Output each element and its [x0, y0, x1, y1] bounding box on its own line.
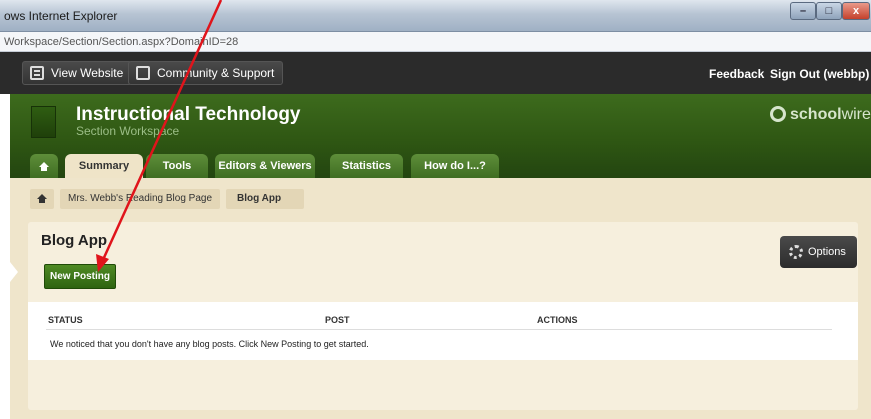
home-icon — [39, 162, 49, 171]
view-website-button[interactable]: View Website — [22, 61, 133, 85]
schoolwires-logo: schoolwires — [770, 106, 871, 124]
tab-how-do-i[interactable]: How do I...? — [411, 154, 499, 178]
header-divider — [46, 329, 832, 330]
breadcrumb-blog-page[interactable]: Mrs. Webb's Reading Blog Page — [60, 189, 220, 209]
empty-message: We noticed that you don't have any blog … — [50, 339, 369, 349]
panel-title: Blog App — [41, 232, 108, 249]
close-button[interactable]: x — [842, 2, 870, 20]
options-button[interactable]: Options — [780, 236, 857, 268]
tab-editors-viewers[interactable]: Editors & Viewers — [215, 154, 315, 178]
page-title: Instructional Technology — [76, 104, 301, 125]
window-titlebar: ows Internet Explorer – □ x — [0, 0, 871, 32]
community-support-button[interactable]: Community & Support — [128, 61, 284, 85]
tab-home[interactable] — [30, 154, 58, 178]
schoolwires-ring-icon — [770, 106, 786, 122]
section-logo-icon — [31, 106, 56, 138]
feedback-link[interactable]: Feedback — [709, 67, 764, 81]
sign-out-link[interactable]: Sign Out (webbp) — [770, 67, 869, 81]
site-header: Instructional Technology Section Workspa… — [10, 94, 871, 178]
window-title: ows Internet Explorer — [4, 9, 118, 23]
home-icon — [37, 194, 47, 203]
options-label: Options — [808, 246, 846, 258]
website-icon — [30, 66, 44, 80]
new-posting-button[interactable]: New Posting — [44, 264, 116, 289]
column-header-status: STATUS — [48, 315, 83, 325]
tab-summary[interactable]: Summary — [65, 154, 143, 178]
gear-icon — [789, 245, 803, 259]
tab-tools[interactable]: Tools — [146, 154, 208, 178]
column-header-actions: ACTIONS — [537, 315, 578, 325]
blog-app-panel: Blog App New Posting Options STATUS POST… — [28, 222, 858, 410]
left-strip — [0, 94, 10, 419]
top-nav: View Website Community & Support Feedbac… — [0, 52, 871, 94]
brand-light-text: wires — [841, 106, 871, 123]
view-website-label: View Website — [51, 66, 124, 80]
community-support-label: Community & Support — [157, 66, 275, 80]
breadcrumb-blog-app[interactable]: Blog App — [226, 189, 304, 209]
brand-bold-text: school — [790, 106, 842, 123]
maximize-button[interactable]: □ — [816, 2, 842, 20]
address-bar[interactable]: Workspace/Section/Section.aspx?DomainID=… — [0, 32, 871, 52]
main-content: Mrs. Webb's Reading Blog Page Blog App B… — [10, 178, 871, 419]
minimize-button[interactable]: – — [790, 2, 816, 20]
posts-table: STATUS POST ACTIONS We noticed that you … — [28, 302, 858, 360]
side-tab[interactable] — [0, 262, 18, 282]
url-text: Workspace/Section/Section.aspx?DomainID=… — [4, 36, 239, 48]
tab-statistics[interactable]: Statistics — [330, 154, 403, 178]
page-subtitle: Section Workspace — [76, 124, 180, 138]
column-header-post: POST — [325, 315, 350, 325]
breadcrumb-home[interactable] — [30, 189, 54, 209]
community-icon — [136, 66, 150, 80]
